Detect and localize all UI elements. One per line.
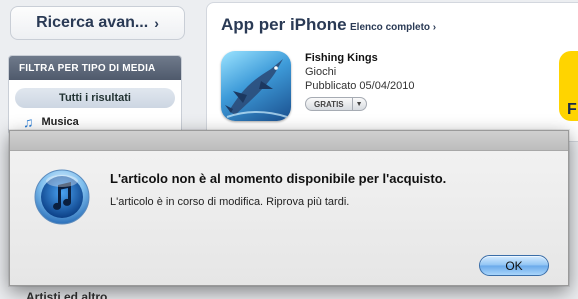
dialog-message: L'articolo è in corso di modifica. Ripro… — [110, 196, 350, 208]
itunes-icon — [34, 169, 90, 225]
ok-button[interactable]: OK — [479, 255, 549, 276]
dialog-title: L'articolo non è al momento disponibile … — [110, 171, 447, 186]
dialog-title-bar — [10, 131, 568, 151]
unavailable-item-dialog: L'articolo non è al momento disponibile … — [9, 130, 569, 286]
modal-overlay: L'articolo non è al momento disponibile … — [0, 0, 578, 299]
